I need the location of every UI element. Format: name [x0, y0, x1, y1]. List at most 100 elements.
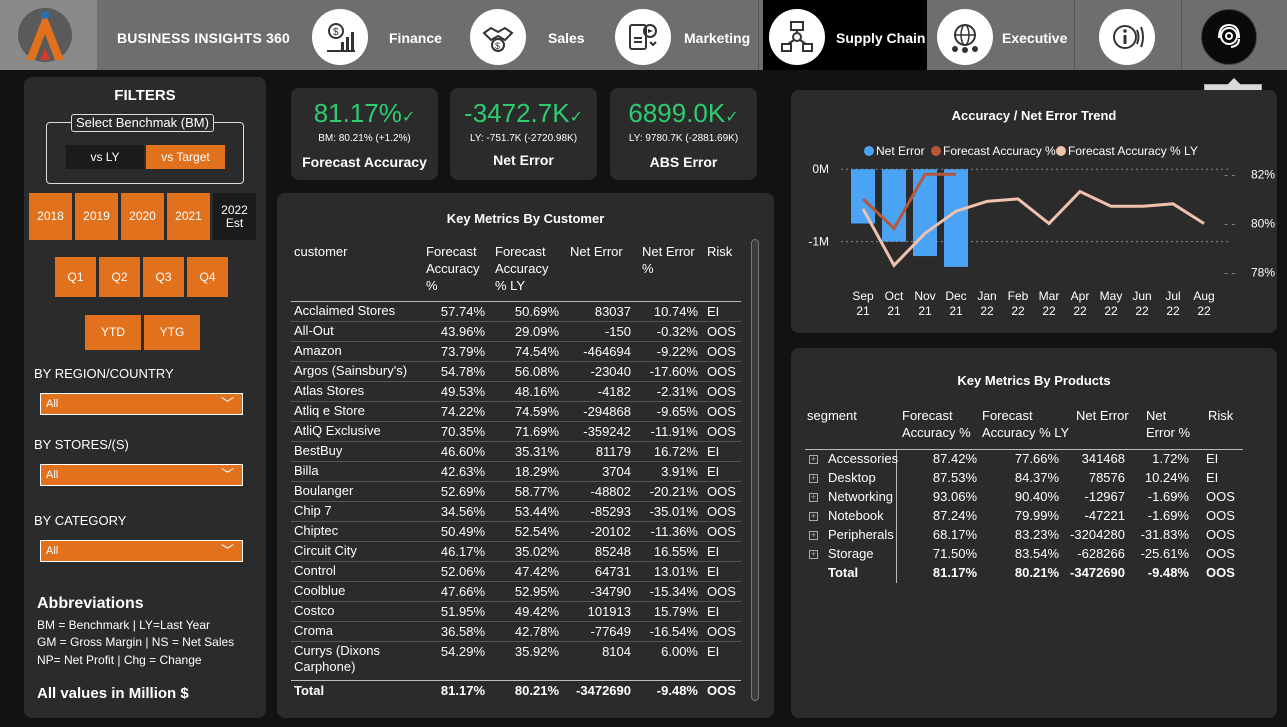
- column-header[interactable]: Net Error: [1076, 407, 1129, 424]
- table-row[interactable]: All-Out 43.96% 29.09% -150 -0.32% OOS: [291, 322, 741, 342]
- table-cell: -628266: [1077, 546, 1125, 561]
- nav-marketing[interactable]: Marketing: [608, 0, 758, 70]
- expand-icon[interactable]: +: [809, 455, 818, 464]
- table-cell: Coolblue: [294, 583, 346, 598]
- table-scrollbar[interactable]: [751, 239, 759, 701]
- table-cell: Chip 7: [294, 503, 332, 518]
- table-row[interactable]: Boulanger 52.69% 58.77% -48802 -20.21% OOS: [291, 482, 741, 502]
- category-dropdown[interactable]: All ﹀: [40, 540, 243, 562]
- expand-icon[interactable]: +: [809, 550, 818, 559]
- table-row[interactable]: Chip 7 34.56% 53.44% -85293 -35.01% OOS: [291, 502, 741, 522]
- table-row[interactable]: + Notebook 87.24% 79.99% -47221 -1.69% OOS: [805, 507, 1245, 526]
- quarter-q3-button[interactable]: Q3: [143, 257, 184, 297]
- quarter-q2-button[interactable]: Q2: [99, 257, 140, 297]
- column-header[interactable]: Risk: [1208, 407, 1233, 424]
- y-right-tick: 82%: [1251, 167, 1275, 181]
- check-icon: ✓: [401, 109, 416, 126]
- column-header[interactable]: Forecast Accuracy % LY: [495, 243, 548, 294]
- nav-supply-chain[interactable]: Supply Chain: [763, 0, 927, 70]
- table-row[interactable]: Control 52.06% 47.42% 64731 13.01% EI: [291, 562, 741, 582]
- year-2020-button[interactable]: 2020: [121, 193, 164, 240]
- table-row[interactable]: Circuit City 46.17% 35.02% 85248 16.55% EI: [291, 542, 741, 562]
- table-cell: 73.79%: [440, 344, 485, 359]
- expand-icon[interactable]: +: [809, 493, 818, 502]
- table-cell: OOS: [707, 484, 736, 499]
- table-row[interactable]: BestBuy 46.60% 35.31% 81179 16.72% EI: [291, 442, 741, 462]
- supply-chain-icon: [769, 9, 825, 65]
- region-dropdown[interactable]: All ﹀: [40, 393, 243, 415]
- expand-icon[interactable]: +: [809, 512, 818, 521]
- total-row[interactable]: Total 81.17% 80.21% -3472690 -9.48% OOS: [805, 564, 1245, 583]
- table-cell: Acclaimed Stores: [294, 303, 396, 318]
- table-row[interactable]: + Networking 93.06% 90.40% -12967 -1.69% OOS: [805, 488, 1245, 507]
- table-cell: OOS: [707, 504, 736, 519]
- year-2021-button[interactable]: 2021: [167, 193, 210, 240]
- table-cell: 29.09%: [514, 324, 559, 339]
- column-header[interactable]: segment: [807, 407, 857, 424]
- column-header[interactable]: Forecast Accuracy %: [902, 407, 971, 441]
- year-2022-est-button[interactable]: 2022 Est: [213, 193, 256, 240]
- table-cell: 70.35%: [440, 424, 485, 439]
- table-cell: -464694: [583, 344, 631, 359]
- table-cell: EI: [707, 644, 720, 659]
- table-row[interactable]: Atliq e Store 74.22% 74.59% -294868 -9.65% OO…: [291, 402, 741, 422]
- x-tick-label: Oct 21: [885, 289, 904, 318]
- table-row[interactable]: Atlas Stores 49.53% 48.16% -4182 -2.31% OOS: [291, 382, 741, 402]
- bm-vs-target-button[interactable]: vs Target: [146, 145, 225, 169]
- table-row[interactable]: Costco 51.95% 49.42% 101913 15.79% EI: [291, 602, 741, 622]
- table-cell: -23040: [590, 364, 631, 379]
- table-row[interactable]: Argos (Sainsbury's) 54.78% 56.08% -23040 -17…: [291, 362, 741, 382]
- expand-icon[interactable]: +: [809, 474, 818, 483]
- table-cell: OOS: [707, 624, 736, 639]
- top-nav-bar: BUSINESS INSIGHTS 360 $ Finance $ Sales …: [0, 0, 1287, 70]
- quarter-q4-button[interactable]: Q4: [187, 257, 228, 297]
- kpi-abs-error: 6899.0K✓ LY: 9780.7K (-2881.69K) ABS Err…: [610, 88, 757, 180]
- stores-dropdown[interactable]: All ﹀: [40, 464, 243, 486]
- table-row[interactable]: Currys (Dixons Carphone) 54.29% 35.92% 8104…: [291, 642, 741, 678]
- year-2018-button[interactable]: 2018: [29, 193, 72, 240]
- table-row[interactable]: Coolblue 47.66% 52.95% -34790 -15.34% OOS: [291, 582, 741, 602]
- table-row[interactable]: Acclaimed Stores 57.74% 50.69% 83037 10.74% E…: [291, 302, 741, 322]
- table-row[interactable]: + Desktop 87.53% 84.37% 78576 10.24% EI: [805, 469, 1245, 488]
- nav-sales[interactable]: $ Sales: [457, 0, 602, 70]
- ytd-button[interactable]: YTD: [85, 315, 141, 350]
- table-row[interactable]: Chiptec 50.49% 52.54% -20102 -11.36% OOS: [291, 522, 741, 542]
- table-row[interactable]: + Peripherals 68.17% 83.23% -3204280 -31.83% O…: [805, 526, 1245, 545]
- table-row[interactable]: + Storage 71.50% 83.54% -628266 -25.61% OOS: [805, 545, 1245, 564]
- kpi-net-error: -3472.7K✓ LY: -751.7K (-2720.98K) Net Er…: [450, 88, 597, 180]
- column-header[interactable]: Net Error: [570, 243, 623, 260]
- stores-filter-label: BY STORES/(S): [34, 437, 129, 452]
- table-row[interactable]: Croma 36.58% 42.78% -77649 -16.54% OOS: [291, 622, 741, 642]
- expand-icon[interactable]: +: [809, 531, 818, 540]
- table-cell: Accessories: [828, 451, 899, 466]
- nav-info[interactable]: [1080, 0, 1180, 70]
- nav-support[interactable]: [1182, 0, 1287, 70]
- nav-finance[interactable]: $ Finance: [300, 0, 450, 70]
- bm-vs-ly-button[interactable]: vs LY: [66, 145, 144, 169]
- column-header[interactable]: Risk: [707, 243, 732, 260]
- column-header[interactable]: Forecast Accuracy % LY: [982, 407, 1069, 441]
- column-header[interactable]: Net Error %: [642, 243, 695, 277]
- table-row[interactable]: Amazon 73.79% 74.54% -464694 -9.22% OOS: [291, 342, 741, 362]
- column-header[interactable]: Forecast Accuracy %: [426, 243, 479, 294]
- quarter-q1-button[interactable]: Q1: [55, 257, 96, 297]
- column-header[interactable]: customer: [294, 243, 347, 260]
- table-cell: -15.34%: [649, 584, 698, 599]
- table-cell: -1.69%: [1147, 508, 1189, 523]
- table-cell: -17.60%: [649, 364, 698, 379]
- table-cell: Peripherals: [828, 527, 894, 542]
- year-2019-button[interactable]: 2019: [75, 193, 118, 240]
- column-header[interactable]: Net Error %: [1146, 407, 1190, 441]
- ytg-button[interactable]: YTG: [144, 315, 200, 350]
- table-cell: 8104: [602, 644, 631, 659]
- nav-executive[interactable]: Executive: [928, 0, 1073, 70]
- table-row[interactable]: Billa 42.63% 18.29% 3704 3.91% EI: [291, 462, 741, 482]
- table-row[interactable]: + Accessories 87.42% 77.66% 341468 1.72% EI: [805, 450, 1245, 469]
- table-cell: -294868: [583, 404, 631, 419]
- table-cell: 87.24%: [932, 508, 977, 523]
- table-cell: EI: [707, 444, 720, 459]
- table-cell: -16.54%: [649, 624, 698, 639]
- table-row[interactable]: AtliQ Exclusive 70.35% 71.69% -359242 -11.91…: [291, 422, 741, 442]
- abbreviations-title: Abbreviations: [37, 595, 144, 612]
- table-cell: EI: [707, 544, 720, 559]
